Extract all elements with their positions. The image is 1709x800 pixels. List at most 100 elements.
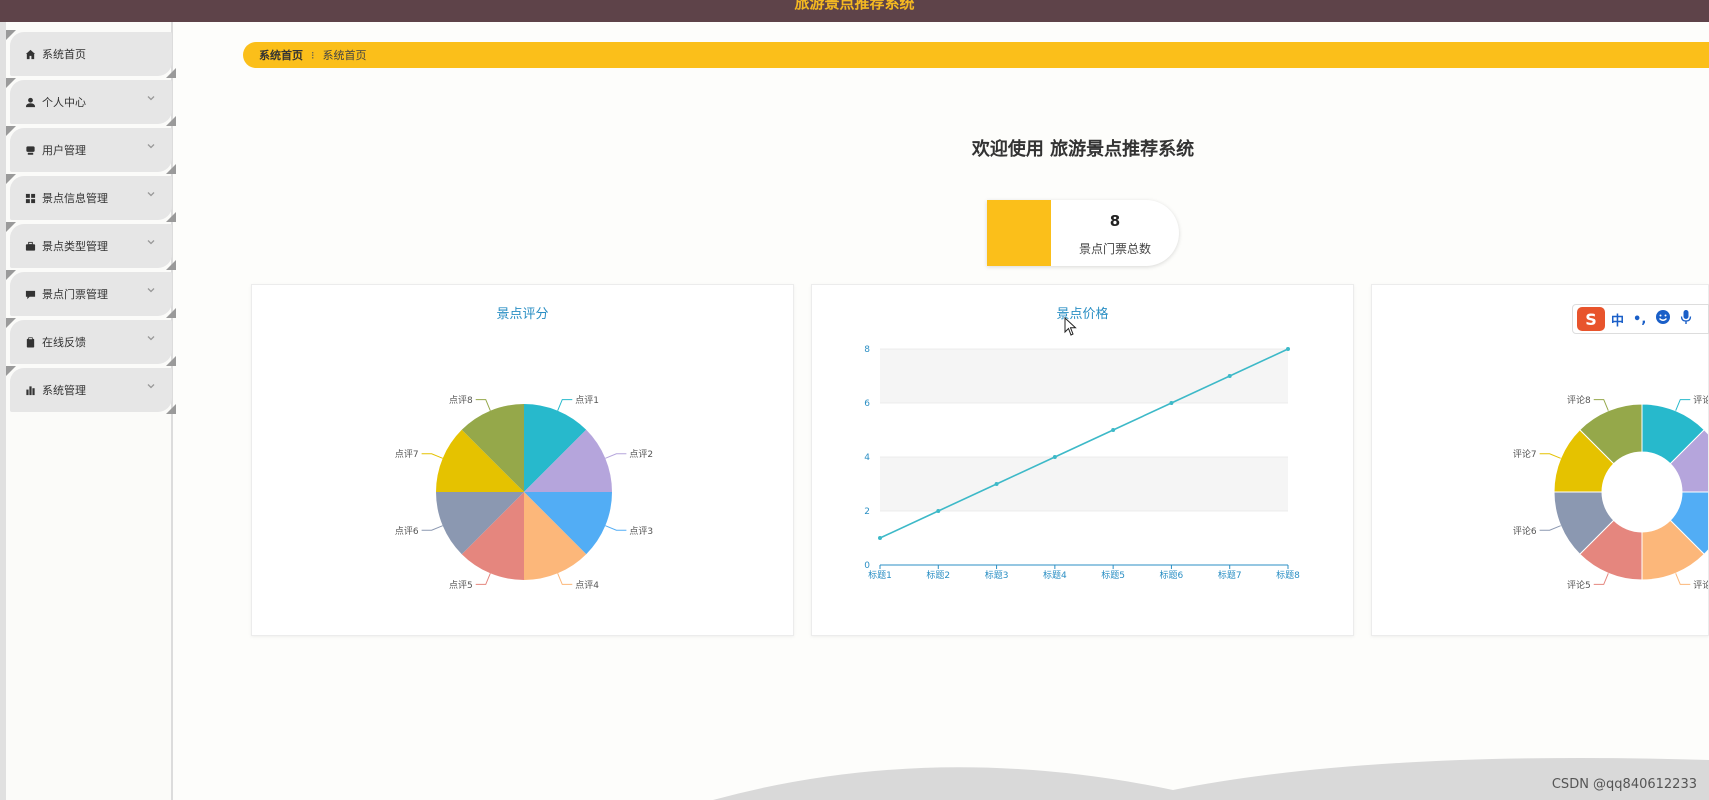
chart-panel-rating: 景点评分 点评1 点评2 点评3 点评4 点评5 点评6 点评7 点评8 (251, 284, 794, 636)
sidebar-item-system-management[interactable]: 系统管理 (10, 368, 172, 412)
stat-value: 8 (1109, 212, 1121, 230)
x-tick-label: 标题8 (1276, 569, 1300, 581)
sidebar: 系统首页 个人中心 用户管理 景点信息管理 景点类型管理 景点门票管理 在线反馈… (0, 22, 173, 800)
data-point[interactable] (1227, 374, 1232, 378)
sidebar-item-scenic-type-management[interactable]: 景点类型管理 (10, 224, 172, 268)
pie-label-line (1593, 399, 1609, 411)
sidebar-item-personal-center[interactable]: 个人中心 (10, 80, 172, 124)
x-tick-label: 标题1 (868, 569, 892, 581)
pie-label-line (605, 525, 627, 531)
pie-label: 评论6 (1513, 525, 1537, 537)
sidebar-item-label: 景点类型管理 (42, 240, 108, 253)
pie-label-line (1593, 573, 1609, 585)
pie-label: 点评5 (449, 580, 473, 591)
pie-label-line (1675, 573, 1691, 585)
sidebar-item-label: 在线反馈 (42, 336, 86, 349)
pie-label: 评论7 (1513, 448, 1537, 460)
pie-label-line (1539, 453, 1561, 459)
sidebar-item-home[interactable]: 系统首页 (10, 32, 172, 76)
y-tick-label: 6 (864, 399, 870, 409)
data-point[interactable] (878, 536, 882, 540)
x-tick-label: 标题5 (1101, 569, 1125, 581)
pie-label: 点评4 (575, 580, 599, 591)
pie-label-line (421, 453, 443, 459)
grid-band (880, 511, 1288, 565)
breadcrumb: 系统首页 ⁝ 系统首页 (243, 42, 1709, 68)
sidebar-item-label: 用户管理 (42, 144, 86, 157)
grid-icon (24, 192, 36, 204)
grid-band (880, 403, 1288, 457)
data-point[interactable] (994, 482, 999, 486)
breadcrumb-home-link[interactable]: 系统首页 (259, 47, 303, 63)
chevron-down-icon (146, 93, 156, 103)
breadcrumb-separator: ⁝ (311, 48, 315, 62)
pie-label: 点评3 (629, 526, 653, 537)
sidebar-item-label: 景点信息管理 (42, 192, 108, 205)
pie-label: 点评2 (629, 449, 653, 460)
mic-icon[interactable] (1680, 309, 1692, 329)
x-tick-label: 标题3 (985, 569, 1009, 581)
chevron-down-icon (146, 381, 156, 391)
x-tick-label: 标题2 (926, 569, 950, 581)
y-tick-label: 8 (864, 345, 870, 355)
chart-panel-price: 景点价格 0 2 4 6 8 标题1 标题2 标题3 标题4 标题5 标题6 标题7 标题8 (811, 284, 1354, 636)
grid-band (880, 349, 1288, 403)
y-tick-label: 0 (864, 561, 870, 571)
pie-label-line (557, 399, 573, 411)
home-icon (24, 48, 36, 60)
sidebar-item-ticket-management[interactable]: 景点门票管理 (10, 272, 172, 316)
x-tick-label: 标题4 (1043, 569, 1067, 581)
users-icon (24, 144, 36, 156)
briefcase-icon (24, 240, 36, 252)
top-bar: 旅游景点推荐系统 (0, 0, 1709, 22)
sogou-logo-icon[interactable]: S (1577, 307, 1605, 331)
pie-label: 点评1 (575, 395, 599, 406)
pie-label-line (475, 573, 491, 585)
data-point[interactable] (1286, 347, 1290, 351)
breadcrumb-current: 系统首页 (322, 49, 367, 62)
app-title: 旅游景点推荐系统 (794, 0, 915, 12)
chevron-down-icon (146, 237, 156, 247)
y-tick-label: 2 (864, 507, 870, 517)
data-point[interactable] (1169, 401, 1174, 405)
mouse-cursor-icon (1064, 317, 1077, 336)
x-tick-label: 标题6 (1160, 569, 1184, 581)
ime-mode-toggle[interactable]: 中 (1611, 310, 1624, 329)
pie-label: 点评6 (395, 526, 419, 537)
chevron-down-icon (146, 285, 156, 295)
comments-donut-chart: 评论1评论2评论3评论4评论5评论6评论7评论8 (1513, 394, 1709, 591)
price-line-chart: 0 2 4 6 8 标题1 标题2 标题3 标题4 标题5 标题6 标题7 标题8 (864, 345, 1300, 581)
watermark: CSDN @qq840612233 (1551, 777, 1697, 792)
user-icon (24, 96, 36, 108)
chevron-down-icon (146, 141, 156, 151)
sidebar-item-label: 系统管理 (42, 384, 86, 397)
sidebar-item-user-management[interactable]: 用户管理 (10, 128, 172, 172)
y-tick-label: 4 (864, 453, 870, 463)
data-point[interactable] (1052, 455, 1057, 459)
stat-color-block (987, 200, 1051, 266)
sidebar-item-label: 景点门票管理 (42, 288, 108, 301)
ime-toolbar[interactable]: S 中 •, (1572, 304, 1709, 334)
data-point[interactable] (936, 509, 941, 513)
sidebar-item-scenic-info-management[interactable]: 景点信息管理 (10, 176, 172, 220)
data-point[interactable] (1111, 428, 1116, 432)
ime-punct-toggle[interactable]: •, (1633, 312, 1646, 327)
pie-label-line (421, 525, 443, 531)
welcome-title: 欢迎使用 旅游景点推荐系统 (971, 139, 1195, 160)
pie-label-line (475, 399, 491, 411)
pie-label: 评论5 (1567, 579, 1591, 591)
pie-label: 点评7 (395, 449, 419, 460)
decorative-wave (713, 758, 1709, 800)
pie-label: 评论4 (1693, 579, 1709, 591)
ticket-icon (24, 288, 36, 300)
stat-label: 景点门票总数 (1078, 242, 1151, 256)
pie-label: 点评8 (449, 395, 473, 406)
smiley-icon[interactable] (1655, 309, 1671, 329)
pie-label-line (605, 453, 627, 459)
sidebar-item-label: 个人中心 (42, 96, 86, 109)
pie-label: 评论1 (1693, 394, 1709, 406)
sidebar-item-online-feedback[interactable]: 在线反馈 (10, 320, 172, 364)
rating-pie-chart: 点评1 点评2 点评3 点评4 点评5 点评6 点评7 点评8 (395, 395, 653, 591)
stat-card: 8 景点门票总数 (987, 200, 1179, 266)
chart-panel-comments: 景点评论 评论1评论2评论3评论4评论5评论6评论7评论8 (1371, 284, 1709, 636)
